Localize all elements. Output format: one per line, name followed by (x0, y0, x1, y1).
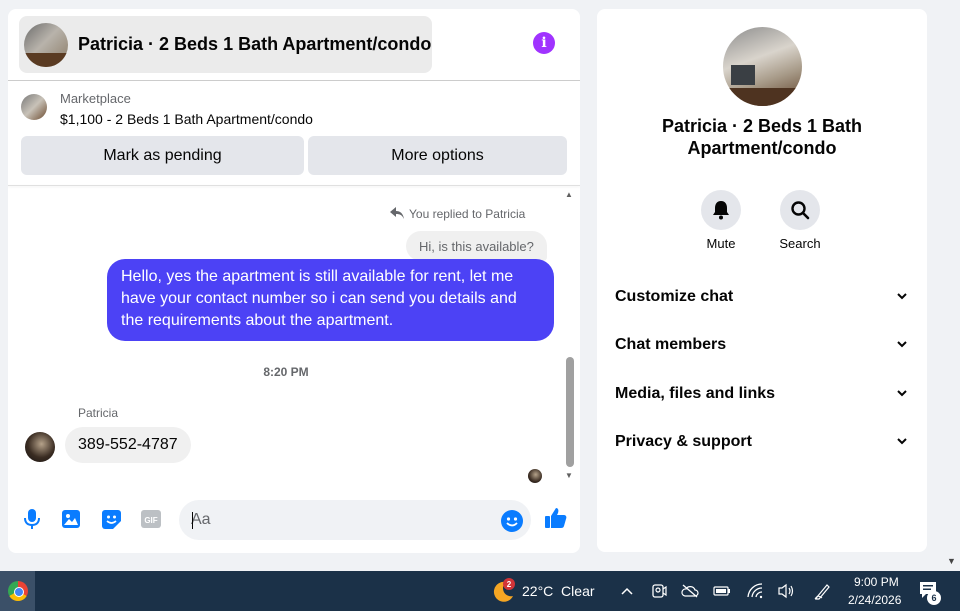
marketplace-label: Marketplace (60, 91, 131, 106)
emoji-icon[interactable] (501, 510, 523, 532)
message-timestamp: 8:20 PM (263, 365, 309, 379)
weather-alert-badge: 2 (503, 578, 515, 590)
clock-date[interactable]: 2/24/2026 (848, 593, 901, 607)
onedrive-offline-icon[interactable] (681, 582, 699, 600)
section-label: Chat members (615, 336, 727, 353)
sticker-icon[interactable] (100, 508, 122, 530)
meet-now-icon[interactable] (650, 582, 668, 600)
marketplace-thumbnail[interactable] (21, 94, 47, 120)
section-label: Privacy & support (615, 433, 752, 450)
taskbar: 2 22°C Clear 9:00 PM 2/24/2026 6 (0, 571, 960, 611)
section-chat-members[interactable]: Chat members (615, 331, 907, 359)
actions-divider (8, 185, 580, 186)
more-options-button[interactable]: More options (308, 136, 567, 175)
section-label: Media, files and links (615, 385, 776, 402)
chevron-down-icon (897, 436, 907, 448)
incoming-message[interactable]: 389-552-4787 (65, 427, 191, 463)
section-media-files-links[interactable]: Media, files and links (615, 380, 907, 408)
scroll-up-arrow[interactable]: ▲ (565, 190, 573, 199)
outgoing-message[interactable]: Hello, yes the apartment is still availa… (107, 259, 554, 341)
clock-time[interactable]: 9:00 PM (854, 575, 899, 589)
wifi-icon[interactable] (746, 582, 764, 600)
section-label: Customize chat (615, 288, 734, 305)
chevron-down-icon (897, 388, 907, 400)
header-divider (8, 80, 580, 81)
image-icon[interactable] (60, 508, 82, 530)
pen-icon[interactable] (814, 582, 832, 600)
info-title: Patricia · 2 Beds 1 Bath Apartment/condo (661, 116, 863, 158)
listing-summary[interactable]: $1,100 - 2 Beds 1 Bath Apartment/condo (60, 111, 313, 127)
chevron-up-icon[interactable] (618, 582, 636, 600)
info-icon[interactable]: i (533, 32, 555, 54)
chrome-taskbar-button[interactable] (0, 571, 35, 611)
search-label: Search (779, 236, 821, 251)
microphone-icon[interactable] (21, 508, 43, 530)
conversation-info-panel: Patricia · 2 Beds 1 Bath Apartment/condo… (597, 9, 927, 552)
thumbs-up-icon[interactable] (544, 506, 568, 530)
message-input[interactable] (179, 500, 531, 540)
replied-label: You replied to Patricia (409, 207, 526, 221)
chevron-down-icon (897, 291, 907, 303)
listing-profile-photo[interactable] (723, 27, 802, 106)
listing-avatar (24, 22, 68, 67)
scroll-down-arrow[interactable]: ▼ (565, 471, 573, 480)
search-icon (780, 190, 820, 230)
volume-icon[interactable] (777, 582, 795, 600)
battery-icon[interactable] (713, 582, 731, 600)
mark-as-pending-button[interactable]: Mark as pending (21, 136, 304, 175)
page-scroll-down-arrow[interactable]: ▼ (947, 556, 956, 566)
replied-indicator: You replied to Patricia (390, 206, 525, 222)
section-privacy-support[interactable]: Privacy & support (615, 428, 907, 456)
reply-icon (390, 206, 404, 222)
text-caret (192, 512, 193, 529)
sender-name: Patricia (78, 406, 119, 420)
mute-label: Mute (706, 236, 736, 251)
mute-button[interactable]: Mute (691, 190, 751, 251)
scrollbar-thumb[interactable] (566, 357, 574, 467)
weather-text[interactable]: 22°C Clear (522, 583, 595, 599)
chrome-icon (7, 581, 28, 601)
chat-panel: Patricia · 2 Beds 1 Bath Apartment/condo… (8, 9, 580, 553)
notification-count-badge: 6 (927, 591, 941, 605)
seen-receipt-avatar (528, 469, 542, 483)
sender-avatar[interactable] (25, 432, 55, 462)
svg-text:GIF: GIF (144, 516, 157, 525)
section-customize-chat[interactable]: Customize chat (615, 283, 907, 311)
conversation-header[interactable]: Patricia · 2 Beds 1 Bath Apartment/condo (19, 16, 432, 73)
conversation-title: Patricia · 2 Beds 1 Bath Apartment/condo (78, 34, 432, 54)
search-button[interactable]: Search (770, 190, 830, 251)
bell-icon (701, 190, 741, 230)
gif-icon[interactable]: GIF (140, 508, 162, 530)
quoted-message[interactable]: Hi, is this available? (406, 231, 547, 261)
chevron-down-icon (897, 339, 907, 351)
